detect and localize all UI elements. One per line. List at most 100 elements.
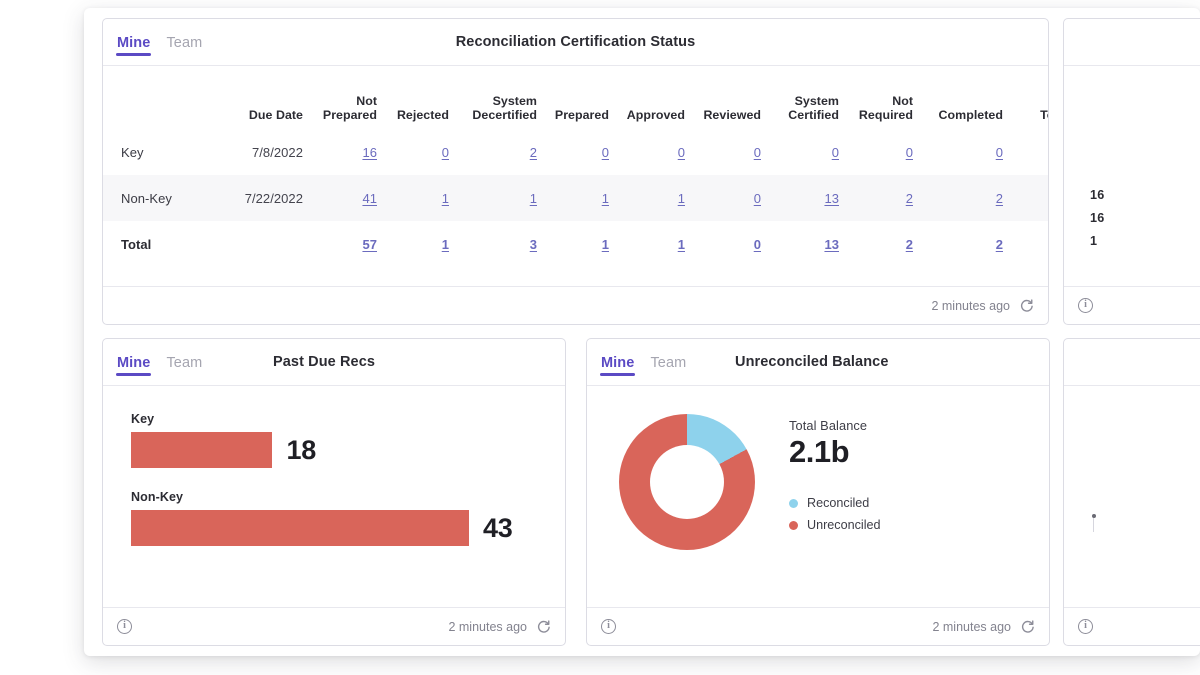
card-header	[1064, 19, 1200, 66]
bar-key[interactable]	[131, 432, 273, 468]
link-prepared[interactable]: 1	[602, 237, 609, 252]
link-not-required[interactable]: 2	[906, 237, 913, 252]
tab-team[interactable]: Team	[166, 19, 202, 65]
col-header-reviewed: Reviewed	[685, 66, 761, 129]
link-approved[interactable]: 0	[678, 145, 685, 160]
link-rejected[interactable]: 1	[442, 237, 449, 252]
cell-system-decertified: 1	[449, 175, 537, 221]
card-footer: i	[1064, 607, 1200, 645]
col-header-system-decertified-line2: Decertified	[472, 108, 537, 122]
cell-not-required: 2	[839, 221, 913, 267]
link-system-certified[interactable]: 13	[824, 237, 839, 252]
link-completed[interactable]: 2	[996, 237, 1003, 252]
card-clipped-bottom: i	[1063, 338, 1200, 646]
cell-system-decertified: 2	[449, 129, 537, 175]
tab-team[interactable]: Team	[650, 339, 686, 385]
refresh-icon[interactable]	[1019, 298, 1034, 313]
link-system-decertified[interactable]: 3	[530, 237, 537, 252]
col-header-system-decertified-line1: System	[492, 94, 537, 108]
link-prepared[interactable]: 0	[602, 145, 609, 160]
cell-system-decertified: 3	[449, 221, 537, 267]
cell-not-prepared: 41	[303, 175, 377, 221]
link-approved[interactable]: 1	[678, 237, 685, 252]
card-past-due-recs: Mine Team Past Due Recs Key 18 Non-Key 4…	[102, 338, 566, 646]
col-header-rejected: Rejected	[377, 66, 449, 129]
cell-reviewed: 0	[685, 175, 761, 221]
link-rejected[interactable]: 1	[442, 191, 449, 206]
link-approved[interactable]: 1	[678, 191, 685, 206]
card-clipped-top: 16 16 1 i	[1063, 18, 1200, 325]
tab-mine[interactable]: Mine	[115, 19, 152, 65]
clipped-value: 16	[1090, 188, 1105, 202]
card-header: Mine Team Reconciliation Certification S…	[103, 19, 1048, 66]
info-icon[interactable]: i	[1078, 298, 1093, 313]
link-system-certified[interactable]: 13	[824, 191, 839, 206]
card-title: Past Due Recs	[273, 354, 376, 370]
cell-total: 80	[1003, 221, 1048, 267]
table-row: Non-Key 7/22/2022 41 1 1 1 1 0 13 2 2	[103, 175, 1048, 221]
link-completed[interactable]: 2	[996, 191, 1003, 206]
link-rejected[interactable]: 0	[442, 145, 449, 160]
link-not-required[interactable]: 0	[906, 145, 913, 160]
clipped-value: 1	[1090, 234, 1098, 248]
card-body: Due Date Not Prepared Rejected System De…	[103, 66, 1048, 286]
col-header-approved: Approved	[609, 66, 685, 129]
col-header-not-required: Not Required	[839, 66, 913, 129]
link-reviewed[interactable]: 0	[754, 145, 761, 160]
legend-item-unreconciled[interactable]: Unreconciled	[789, 518, 881, 532]
col-header-approved-label: Approved	[626, 108, 685, 122]
link-completed[interactable]: 0	[996, 145, 1003, 160]
link-not-required[interactable]: 2	[906, 191, 913, 206]
bar-row: 18	[131, 432, 565, 468]
legend-item-reconciled[interactable]: Reconciled	[789, 496, 881, 510]
col-header-system-certified: System Certified	[761, 66, 839, 129]
link-prepared[interactable]: 1	[602, 191, 609, 206]
tab-team-label: Team	[166, 35, 203, 51]
cell-reviewed: 0	[685, 129, 761, 175]
col-header-total: Total	[1003, 66, 1048, 129]
cell-category: Total	[121, 236, 152, 252]
tab-mine[interactable]: Mine	[115, 339, 152, 385]
link-system-decertified[interactable]: 1	[530, 191, 537, 206]
col-header-not-prepared-line1: Not	[356, 94, 377, 108]
info-icon[interactable]: i	[601, 619, 616, 634]
link-system-certified[interactable]: 0	[832, 145, 839, 160]
cell-system-certified: 0	[761, 129, 839, 175]
link-not-prepared[interactable]: 16	[362, 145, 377, 160]
cell-prepared: 1	[537, 175, 609, 221]
link-reviewed[interactable]: 0	[754, 191, 761, 206]
col-header-prepared: Prepared	[537, 66, 609, 129]
cell-system-certified: 13	[761, 221, 839, 267]
col-header-due-date-label: Due Date	[248, 108, 303, 122]
info-icon[interactable]: i	[1078, 619, 1093, 634]
donut-chart[interactable]	[619, 414, 755, 550]
link-not-prepared[interactable]: 57	[362, 237, 377, 252]
col-header-due-date: Due Date	[199, 66, 303, 129]
info-icon[interactable]: i	[117, 619, 132, 634]
footer-right: 2 minutes ago	[448, 619, 551, 634]
link-system-decertified[interactable]: 2	[530, 145, 537, 160]
tab-team[interactable]: Team	[166, 339, 202, 385]
cell-approved: 1	[609, 221, 685, 267]
bar-non-key[interactable]	[131, 510, 469, 546]
tab-list: Mine Team	[115, 339, 202, 385]
refresh-icon[interactable]	[1020, 619, 1035, 634]
last-updated-text: 2 minutes ago	[448, 619, 527, 634]
link-not-prepared[interactable]: 41	[362, 191, 377, 206]
card-header: Mine Team Past Due Recs	[103, 339, 565, 386]
card-body: Total Balance 2.1b Reconciled Unreconcil…	[587, 386, 1049, 607]
col-header-not-prepared: Not Prepared	[303, 66, 377, 129]
tab-mine-label: Mine	[117, 35, 151, 51]
cell-not-prepared: 57	[303, 221, 377, 267]
refresh-icon[interactable]	[536, 619, 551, 634]
table-header-row: Due Date Not Prepared Rejected System De…	[103, 66, 1048, 129]
tab-list: Mine Team	[115, 19, 202, 65]
card-header: Mine Team Unreconciled Balance	[587, 339, 1049, 386]
bar-chart: Key 18 Non-Key 43	[103, 386, 565, 546]
table-row: Key 7/8/2022 16 0 2 0 0 0 0 0 0	[103, 129, 1048, 175]
legend-label-unreconciled: Unreconciled	[807, 518, 881, 532]
tab-mine[interactable]: Mine	[599, 339, 636, 385]
link-reviewed[interactable]: 0	[754, 237, 761, 252]
cell-category: Key	[121, 144, 144, 160]
donut-side-panel: Total Balance 2.1b Reconciled Unreconcil…	[789, 414, 881, 540]
